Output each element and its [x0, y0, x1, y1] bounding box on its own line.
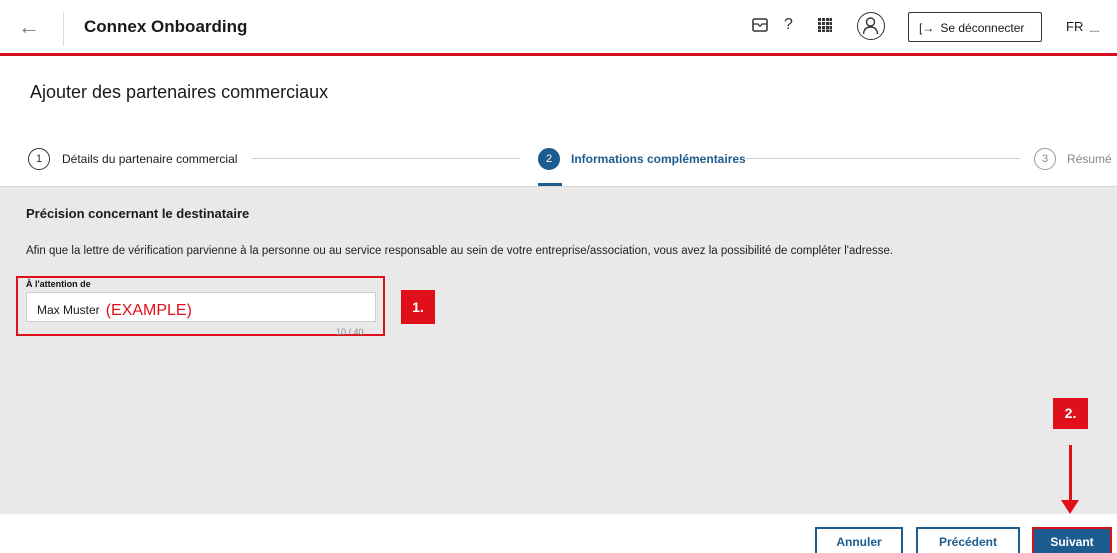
- header-divider: [63, 12, 64, 46]
- annotation-badge-1: 1.: [401, 290, 435, 324]
- annotation-arrow-shaft: [1069, 445, 1072, 505]
- app-header: ← Connex Onboarding ? [→ Se déconnecter F…: [0, 0, 1117, 56]
- annotation-badge-2: 2.: [1053, 398, 1088, 429]
- example-annotation: (EXAMPLE): [105, 302, 192, 319]
- section-description: Afin que la lettre de vérification parvi…: [26, 245, 894, 257]
- footer-actions: Annuler Précédent Suivant: [0, 514, 1117, 553]
- next-button[interactable]: Suivant: [1032, 527, 1112, 553]
- chevron-down-icon: ﹏: [1089, 23, 1100, 34]
- app-title: Connex Onboarding: [84, 17, 248, 36]
- logout-icon: [→: [919, 21, 935, 35]
- character-counter: 10 / 40: [336, 327, 364, 337]
- help-icon[interactable]: ?: [784, 16, 793, 34]
- step-3-number: 3: [1034, 148, 1056, 170]
- back-arrow-icon[interactable]: ←: [18, 16, 40, 38]
- form-panel: Précision concernant le destinataire Afi…: [0, 186, 1117, 514]
- step-3-label: Résumé: [1067, 152, 1112, 166]
- language-selector[interactable]: FR ﹏: [1066, 19, 1099, 34]
- step-1-label: Détails du partenaire commercial: [62, 152, 238, 166]
- progress-stepper: 1 Détails du partenaire commercial 2 Inf…: [0, 138, 1117, 186]
- logout-label: Se déconnecter: [940, 21, 1025, 35]
- step-2-label: Informations complémentaires: [571, 152, 746, 166]
- step-connector-2: [746, 158, 1020, 159]
- step-connector-1: [252, 158, 520, 159]
- attention-field-label: À l'attention de: [26, 279, 91, 289]
- mail-icon[interactable]: [752, 18, 768, 36]
- page-title: Ajouter des partenaires commerciaux: [30, 82, 329, 102]
- section-title: Précision concernant le destinataire: [26, 206, 250, 221]
- annotation-arrow-down-icon: [1061, 500, 1079, 514]
- apps-grid-icon[interactable]: [818, 18, 832, 36]
- cancel-button[interactable]: Annuler: [815, 527, 903, 553]
- attention-input[interactable]: Max Muster (EXAMPLE): [26, 292, 376, 322]
- logout-button[interactable]: [→ Se déconnecter: [908, 12, 1042, 42]
- header-accent-line: [0, 53, 1117, 56]
- step-1-number: 1: [28, 148, 50, 170]
- language-value: FR: [1066, 19, 1084, 34]
- attention-input-value: Max Muster: [37, 303, 100, 317]
- previous-button[interactable]: Précédent: [916, 527, 1020, 553]
- user-avatar-icon[interactable]: [857, 12, 885, 40]
- step-2-number: 2: [538, 148, 560, 170]
